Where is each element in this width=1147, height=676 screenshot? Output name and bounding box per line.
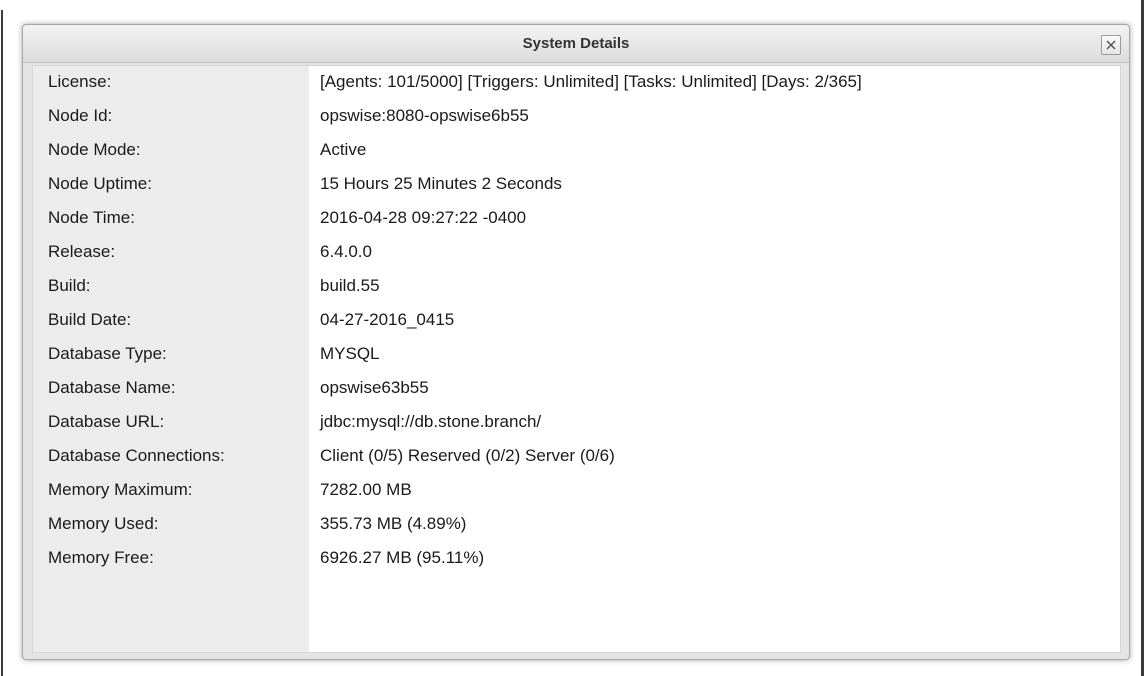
detail-label: Release: [48, 242, 116, 261]
detail-row-release: Release: 6.4.0.0 [33, 236, 1120, 270]
detail-value: 7282.00 MB [320, 480, 412, 499]
detail-value: [Agents: 101/5000] [Triggers: Unlimited]… [320, 72, 862, 91]
detail-row-memory-free: Memory Free: 6926.27 MB (95.11%) [33, 542, 1120, 576]
detail-row-build-date: Build Date: 04-27-2016_0415 [33, 304, 1120, 338]
detail-value: 355.73 MB (4.89%) [320, 514, 467, 533]
detail-label: Database Name: [48, 378, 176, 397]
detail-value: jdbc:mysql://db.stone.branch/ [320, 412, 542, 431]
detail-row-license: License: [Agents: 101/5000] [Triggers: U… [33, 66, 1120, 100]
detail-value: opswise63b55 [320, 378, 429, 397]
dialog-titlebar[interactable]: System Details [23, 25, 1129, 63]
detail-label: Database URL: [48, 412, 165, 431]
detail-label: Node Time: [48, 208, 135, 227]
detail-value: 04-27-2016_0415 [320, 310, 455, 329]
detail-value: 15 Hours 25 Minutes 2 Seconds [320, 174, 562, 193]
dialog-title: System Details [522, 35, 630, 52]
detail-row-node-mode: Node Mode: Active [33, 134, 1120, 168]
detail-value: MYSQL [320, 344, 380, 363]
detail-value: opswise:8080-opswise6b55 [320, 106, 529, 125]
details-table: License: [Agents: 101/5000] [Triggers: U… [32, 65, 1121, 653]
detail-row-build: Build: build.55 [33, 270, 1120, 304]
detail-label: Node Id: [48, 106, 113, 125]
screenshot-frame: System Details License: [Agents: 101/500… [0, 0, 1147, 676]
detail-label: Memory Maximum: [48, 480, 193, 499]
detail-row-memory-maximum: Memory Maximum: 7282.00 MB [33, 474, 1120, 508]
detail-row-memory-used: Memory Used: 355.73 MB (4.89%) [33, 508, 1120, 542]
detail-label: Node Uptime: [48, 174, 152, 193]
detail-label: Node Mode: [48, 140, 141, 159]
detail-value: Client (0/5) Reserved (0/2) Server (0/6) [320, 446, 615, 465]
detail-value: 6926.27 MB (95.11%) [320, 548, 485, 567]
detail-label: Build: [48, 276, 91, 295]
system-details-dialog: System Details License: [Agents: 101/500… [22, 24, 1130, 660]
detail-label: Memory Used: [48, 514, 159, 533]
detail-row-database-url: Database URL: jdbc:mysql://db.stone.bran… [33, 406, 1120, 440]
detail-label: Build Date: [48, 310, 132, 329]
detail-row-node-time: Node Time: 2016-04-28 09:27:22 -0400 [33, 202, 1120, 236]
detail-value: Active [320, 140, 367, 159]
detail-label: Database Type: [48, 344, 167, 363]
detail-label: Memory Free: [48, 548, 154, 567]
detail-value: 6.4.0.0 [320, 242, 372, 261]
detail-label: Database Connections: [48, 446, 225, 465]
background-edge-left [1, 10, 3, 676]
detail-row-database-type: Database Type: MYSQL [33, 338, 1120, 372]
detail-row-database-name: Database Name: opswise63b55 [33, 372, 1120, 406]
detail-row-database-connections: Database Connections: Client (0/5) Reser… [33, 440, 1120, 474]
detail-row-node-id: Node Id: opswise:8080-opswise6b55 [33, 100, 1120, 134]
detail-row-node-uptime: Node Uptime: 15 Hours 25 Minutes 2 Secon… [33, 168, 1120, 202]
detail-label: License: [48, 72, 112, 91]
detail-value: 2016-04-28 09:27:22 -0400 [320, 208, 527, 227]
background-edge-right [1141, 0, 1144, 676]
close-icon[interactable] [1101, 35, 1121, 55]
detail-value: build.55 [320, 276, 380, 295]
